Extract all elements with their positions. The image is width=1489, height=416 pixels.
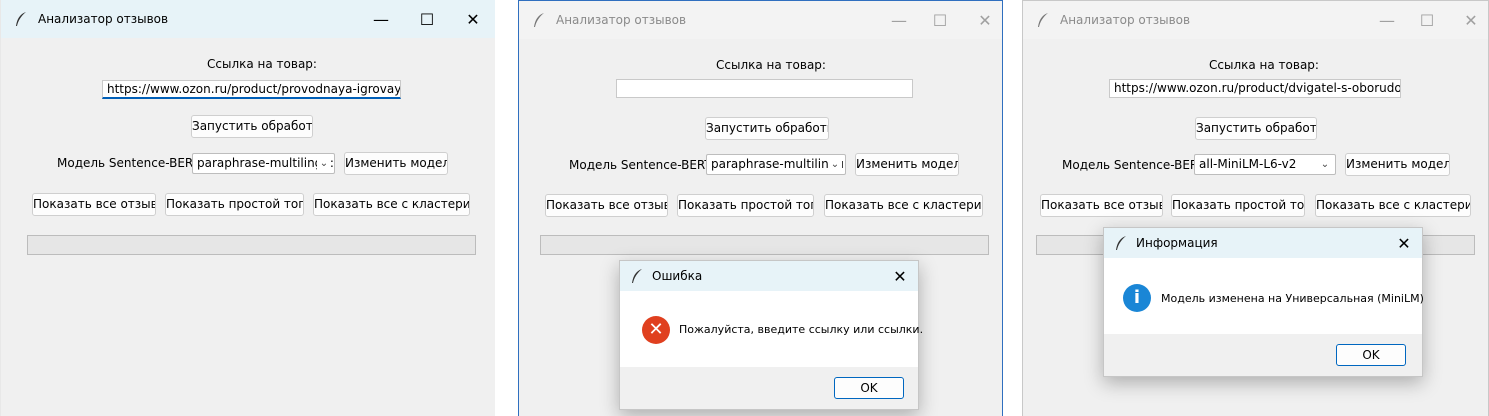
app-window-info: Анализатор отзывов — ☐ ✕ Ссылка на товар…	[1022, 0, 1489, 416]
show-top5-button[interactable]: Показать простой топ-5	[165, 193, 304, 216]
chevron-down-icon: ⌄	[828, 155, 842, 174]
change-model-button[interactable]: Изменить модель	[344, 152, 448, 175]
dialog-title: Информация	[1136, 236, 1218, 250]
change-model-button[interactable]: Изменить модель	[855, 153, 959, 176]
chevron-down-icon: ⌄	[1318, 155, 1332, 174]
close-button[interactable]: ✕	[1448, 1, 1488, 39]
window-title: Анализатор отзывов	[556, 13, 687, 27]
model-label: Модель Sentence-BERT:	[1062, 158, 1208, 172]
window-title: Анализатор отзывов	[38, 12, 169, 26]
feather-icon	[534, 13, 544, 27]
dialog-footer: OK	[620, 367, 918, 409]
run-processing-button[interactable]: Запустить обработку	[705, 117, 829, 140]
url-label: Ссылка на товар:	[207, 57, 317, 71]
model-select[interactable]: all-MiniLM-L6-v2 ⌄	[1194, 154, 1336, 175]
show-clusters-button[interactable]: Показать все с кластеризац	[1315, 194, 1471, 217]
dialog-footer: OK	[1104, 334, 1422, 376]
show-all-reviews-button[interactable]: Показать все отзывы	[545, 194, 668, 217]
show-top5-button[interactable]: Показать простой топ-5	[1171, 194, 1305, 217]
feather-icon	[16, 12, 26, 26]
maximize-button[interactable]: ☐	[1404, 1, 1450, 39]
title-bar: Анализатор отзывов — ☐ ✕	[1023, 1, 1488, 39]
model-select-value: paraphrase-multilingu:	[711, 157, 846, 171]
dialog-close-button[interactable]: ✕	[1386, 228, 1422, 258]
feather-icon	[1116, 236, 1126, 250]
dialog-close-button[interactable]: ✕	[882, 261, 918, 291]
feather-icon	[1038, 13, 1048, 27]
app-window-main: Анализатор отзывов — ☐ ✕ Ссылка на товар…	[0, 0, 495, 416]
dialog-message: Пожалуйста, введите ссылку или ссылки.	[679, 323, 924, 336]
ok-button[interactable]: OK	[1336, 344, 1406, 366]
close-button[interactable]: ✕	[450, 0, 495, 38]
title-bar: Анализатор отзывов — ☐ ✕	[519, 1, 1002, 39]
dialog-title-bar: Информация ✕	[1104, 228, 1422, 258]
model-label: Модель Sentence-BERT:	[57, 156, 203, 170]
dialog-title-bar: Ошибка ✕	[620, 261, 918, 291]
change-model-button[interactable]: Изменить модель	[1345, 153, 1450, 176]
maximize-button[interactable]: ☐	[917, 1, 963, 39]
model-select-value: paraphrase-multilingu:	[197, 156, 334, 170]
chevron-down-icon: ⌄	[317, 154, 331, 173]
window-title: Анализатор отзывов	[1060, 13, 1191, 27]
run-processing-button[interactable]: Запустить обработку	[191, 115, 313, 138]
dialog-title: Ошибка	[652, 269, 703, 283]
show-top5-button[interactable]: Показать простой топ-5	[677, 194, 814, 217]
url-input[interactable]	[616, 79, 913, 98]
url-input[interactable]: https://www.ozon.ru/product/dvigatel-s-o…	[1109, 79, 1401, 98]
ok-button[interactable]: OK	[834, 377, 904, 399]
info-icon: i	[1123, 284, 1151, 312]
url-input[interactable]: https://www.ozon.ru/product/provodnaya-i…	[102, 80, 401, 99]
run-processing-button[interactable]: Запустить обработку	[1195, 117, 1317, 140]
error-icon: ✕	[642, 316, 670, 344]
show-all-reviews-button[interactable]: Показать все отзывы	[32, 193, 156, 216]
show-clusters-button[interactable]: Показать все с кластеризац	[313, 193, 470, 216]
minimize-button[interactable]: —	[358, 0, 404, 38]
dialog-message: Модель изменена на Универсальная (MiniLM…	[1161, 292, 1424, 305]
feather-icon	[632, 269, 642, 283]
maximize-button[interactable]: ☐	[404, 0, 450, 38]
close-button[interactable]: ✕	[962, 1, 1002, 39]
url-label: Ссылка на товар:	[1209, 58, 1319, 72]
show-clusters-button[interactable]: Показать все с кластеризац	[824, 194, 983, 217]
title-bar: Анализатор отзывов — ☐ ✕	[1, 0, 495, 38]
info-dialog: Информация ✕ i Модель изменена на Универ…	[1103, 227, 1424, 377]
model-select[interactable]: paraphrase-multilingu: ⌄	[192, 153, 335, 174]
error-dialog: Ошибка ✕ ✕ Пожалуйста, введите ссылку ил…	[619, 260, 923, 410]
url-label: Ссылка на товар:	[716, 58, 826, 72]
model-label: Модель Sentence-BERT:	[569, 158, 715, 172]
model-select[interactable]: paraphrase-multilingu: ⌄	[706, 154, 846, 175]
app-window-error: Анализатор отзывов — ☐ ✕ Ссылка на товар…	[518, 0, 1003, 416]
model-select-value: all-MiniLM-L6-v2	[1199, 157, 1297, 171]
minimize-button[interactable]: —	[876, 1, 922, 39]
progress-bar	[540, 235, 989, 255]
show-all-reviews-button[interactable]: Показать все отзывы	[1040, 194, 1163, 217]
progress-bar	[27, 235, 476, 255]
